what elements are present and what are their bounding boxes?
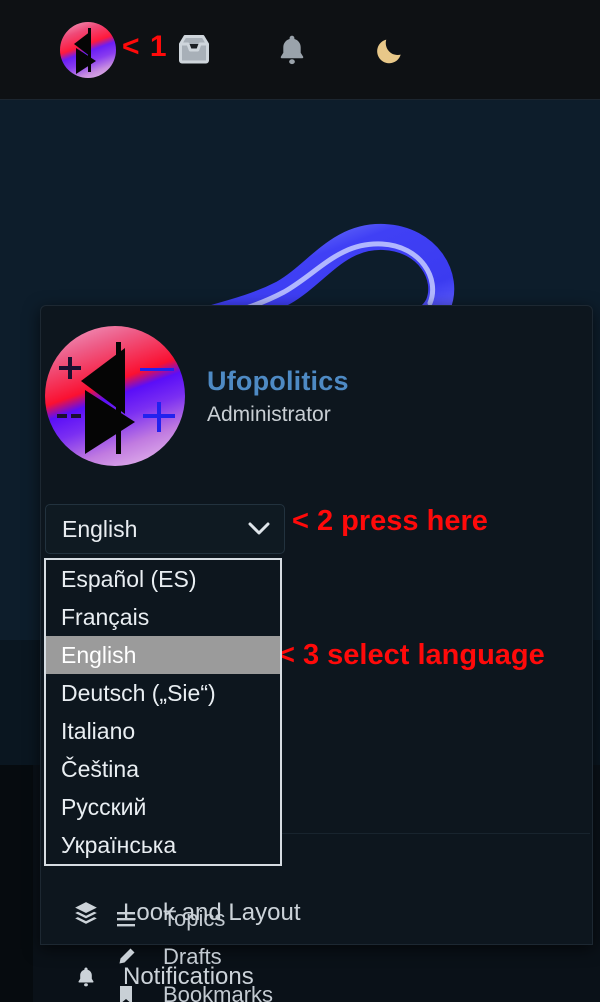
menu-item-label: Notifications <box>123 963 254 990</box>
top-header-bar: < 1 <box>0 0 600 100</box>
language-select[interactable]: English <box>45 504 285 554</box>
chevron-down-icon <box>248 522 270 536</box>
language-select-value: English <box>62 515 138 542</box>
annotation-step-3: < 3 select language <box>278 639 545 671</box>
sidebar-column <box>0 765 33 1002</box>
language-option-list[interactable]: Español (ES) Français English Deutsch („Sie… <box>44 558 282 866</box>
header-icon-group <box>60 22 422 78</box>
language-option[interactable]: English <box>46 636 280 674</box>
language-option[interactable]: Deutsch („Sie“) <box>46 674 280 712</box>
language-option[interactable]: Français <box>46 598 280 636</box>
bell-icon <box>71 964 101 990</box>
panel-user-role: Administrator <box>207 402 331 426</box>
panel-menu-bottom: Look and Layout Notifications <box>45 881 590 1002</box>
language-option[interactable]: Italiano <box>46 712 280 750</box>
language-option[interactable]: Čeština <box>46 750 280 788</box>
panel-user-names: Ufopolitics Administrator <box>207 366 349 427</box>
menu-item-notifications[interactable]: Notifications <box>45 945 590 1002</box>
screen-root: < 1 Ufopolitics Administrator English To… <box>0 0 600 1002</box>
annotation-step-1: < 1 <box>122 30 168 63</box>
menu-item-label: Look and Layout <box>123 899 301 926</box>
language-option[interactable]: Українська <box>46 826 280 864</box>
language-option[interactable]: Русский <box>46 788 280 826</box>
panel-avatar <box>45 326 185 466</box>
user-avatar-icon[interactable] <box>60 22 116 78</box>
panel-user-header: Ufopolitics Administrator <box>45 326 349 466</box>
language-option[interactable]: Español (ES) <box>46 560 280 598</box>
moon-icon[interactable] <box>358 22 422 78</box>
panel-username[interactable]: Ufopolitics <box>207 366 349 397</box>
menu-item-look-and-layout[interactable]: Look and Layout <box>45 881 590 945</box>
annotation-step-2: < 2 press here <box>292 505 488 537</box>
inbox-icon[interactable] <box>162 22 226 78</box>
layers-icon <box>71 900 101 926</box>
bell-icon[interactable] <box>260 22 324 78</box>
